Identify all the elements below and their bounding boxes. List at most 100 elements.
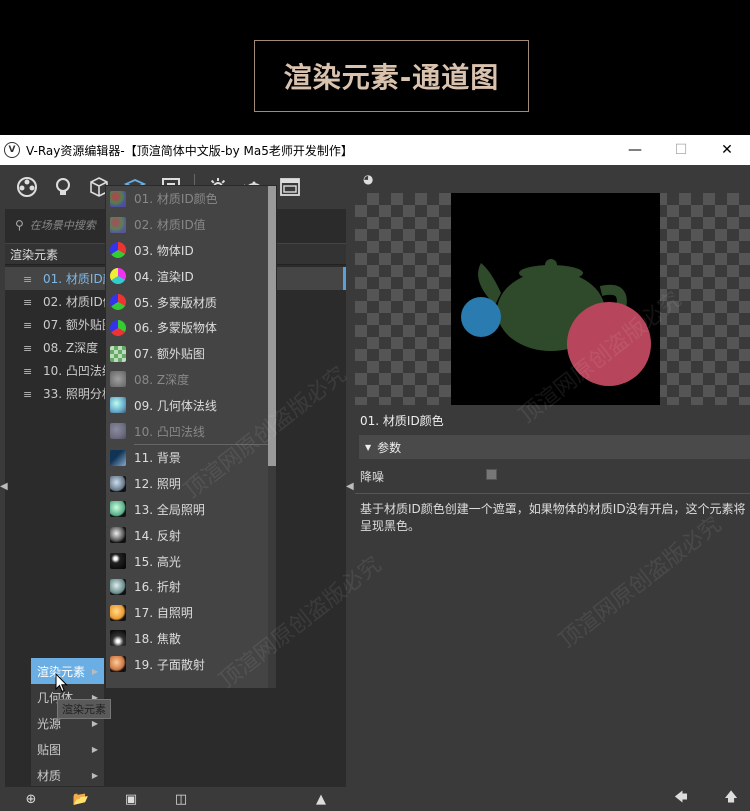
search-icon: ⚲	[15, 218, 24, 232]
swatch-multicolor-icon	[110, 216, 126, 233]
swatch-sphere-icon	[110, 501, 126, 518]
submenu-arrow-icon: ▶	[91, 666, 98, 676]
denoise-label: 降噪	[360, 469, 385, 484]
save-icon[interactable]: ▣	[122, 790, 140, 808]
vray-logo-icon: V	[4, 142, 20, 158]
delete-icon[interactable]: ◫	[172, 790, 190, 808]
params-section-header[interactable]: ▼ 参数	[359, 435, 750, 459]
selection-indicator	[343, 267, 346, 290]
tree-item-label: 08. Z深度	[43, 341, 99, 355]
layers-icon: ≡	[23, 341, 33, 355]
swatch-sphere-icon	[110, 578, 126, 595]
mouse-cursor-icon	[55, 673, 68, 693]
add-asset-icon[interactable]: ⊕	[22, 790, 40, 808]
layers-icon: ≡	[23, 364, 33, 378]
ctx-item-materials[interactable]: 材质 ▶	[31, 762, 104, 788]
preview-render-area	[451, 193, 660, 405]
swatch-normal-icon	[110, 423, 126, 440]
submenu-item[interactable]: 01. 材质ID颜色	[106, 186, 276, 212]
swatch-rgb-icon	[110, 294, 126, 311]
submenu-arrow-icon: ▶	[91, 744, 98, 754]
submenu-scroll-thumb[interactable]	[268, 186, 276, 466]
swatch-sphere-icon	[110, 475, 126, 492]
layers-icon: ≡	[23, 318, 33, 332]
banner: 渲染元素-通道图	[0, 0, 750, 135]
collapse-left-arrow-icon[interactable]: ◀	[0, 481, 8, 492]
submenu-item[interactable]: 08. Z深度	[106, 367, 276, 393]
search-input[interactable]: 在场景中搜索	[30, 217, 96, 233]
swatch-dark-sphere-icon	[110, 553, 126, 570]
params-section-label: 参数	[377, 440, 402, 455]
denoise-checkbox[interactable]	[486, 469, 497, 480]
submenu-item[interactable]: 03. 物体ID	[106, 238, 276, 264]
submenu-item[interactable]: 10. 凸凹法线	[106, 418, 276, 444]
swatch-rgb-icon	[110, 242, 126, 259]
submenu-scrollbar[interactable]	[268, 186, 276, 688]
swatch-normal-icon	[110, 397, 126, 414]
preview-teapot-image	[461, 259, 651, 386]
swatch-sphere-icon	[110, 527, 126, 544]
swatch-orange-sphere-icon	[110, 656, 126, 673]
materials-icon[interactable]	[14, 174, 40, 200]
maximize-button[interactable]: ☐	[658, 135, 704, 165]
swatch-dark-sphere-icon	[110, 630, 126, 647]
tree-item-label: 02. 材质ID值	[43, 295, 115, 309]
submenu-item[interactable]: 14. 反射	[106, 522, 276, 548]
layers-icon: ≡	[23, 295, 33, 309]
minimize-button[interactable]: —	[612, 135, 658, 165]
swatch-rgb-icon	[110, 319, 126, 336]
submenu-item[interactable]: 05. 多蒙版材质	[106, 289, 276, 315]
swatch-gray-icon	[110, 371, 126, 388]
tree-item-label: 33. 照明分析	[43, 387, 114, 401]
tree-item-label: 10. 凸凹法线	[43, 364, 114, 378]
denoise-row: 降噪	[355, 465, 750, 487]
window-controls: — ☐ ✕	[612, 135, 750, 165]
submenu-item[interactable]: 02. 材质ID值	[106, 212, 276, 238]
preview-toolbar: ◕	[355, 165, 750, 193]
banner-title: 渲染元素-通道图	[283, 61, 500, 94]
expand-triangle-icon: ▼	[365, 442, 372, 452]
element-title: 01. 材质ID颜色	[360, 413, 444, 428]
submenu-item[interactable]: 15. 高光	[106, 548, 276, 574]
up-arrow-icon[interactable]: 🡅	[722, 790, 740, 808]
window-title: V-Ray资源编辑器-【顶渲简体中文版-by Ma5老师开发制作】	[26, 143, 353, 158]
window-titlebar: V V-Ray资源编辑器-【顶渲简体中文版-by Ma5老师开发制作】 — ☐ …	[0, 135, 750, 165]
submenu-item[interactable]: 16. 折射	[106, 574, 276, 600]
render-preview	[355, 193, 750, 405]
swatch-checker-icon	[110, 345, 126, 362]
swatch-background-icon	[110, 449, 126, 466]
submenu-item[interactable]: 11. 背景	[106, 445, 276, 471]
submenu-arrow-icon: ▶	[91, 718, 98, 728]
properties-panel: ◕ 01. 材质ID颜色 ▼ 参数 降噪 基于材质ID颜色创建一个遮罩，如果物体…	[355, 165, 750, 787]
submenu-item[interactable]: 06. 多蒙版物体	[106, 315, 276, 341]
submenu-item[interactable]: 18. 焦散	[106, 626, 276, 652]
frame-buffer-icon[interactable]	[277, 174, 303, 200]
submenu-item[interactable]: 19. 子面散射	[106, 651, 276, 677]
submenu-item[interactable]: 09. 几何体法线	[106, 392, 276, 418]
submenu-item[interactable]: 13. 全局照明	[106, 497, 276, 523]
render-elements-submenu: 01. 材质ID颜色 02. 材质ID值 03. 物体ID 04. 渲染ID 0…	[105, 185, 277, 689]
tooltip: 渲染元素	[57, 699, 111, 719]
submenu-item[interactable]: 12. 照明	[106, 471, 276, 497]
submenu-item[interactable]: 04. 渲染ID	[106, 263, 276, 289]
back-arrow-icon[interactable]: 🡄	[672, 790, 690, 808]
banner-frame: 渲染元素-通道图	[254, 40, 529, 112]
purge-broom-icon[interactable]: ▲	[312, 790, 330, 808]
asset-editor: ⚲ 在场景中搜索 渲染元素 ≡ 01. 材质ID颜色 ≡ 02. 材质ID值 ≡…	[0, 165, 750, 811]
element-description: 基于材质ID颜色创建一个遮罩，如果物体的材质ID没有开启，这个元素将呈现黑色。	[360, 502, 746, 533]
lights-icon[interactable]	[50, 174, 76, 200]
open-folder-icon[interactable]: 📂	[72, 790, 90, 808]
preview-toggle-icon[interactable]: ◕	[363, 172, 373, 186]
submenu-item[interactable]: 07. 额外贴图	[106, 341, 276, 367]
ctx-item-textures[interactable]: 贴图 ▶	[31, 736, 104, 762]
tree-item-label: 07. 额外贴图	[43, 318, 114, 332]
layers-icon: ≡	[23, 387, 33, 401]
bottom-toolbar: ⊕ 📂 ▣ ◫ ▲ 🡄 🡅	[0, 787, 750, 811]
swatch-multicolor-icon	[110, 190, 126, 207]
properties-divider	[355, 493, 750, 494]
submenu-arrow-icon: ▶	[91, 770, 98, 780]
submenu-item[interactable]: 17. 自照明	[106, 600, 276, 626]
swatch-orange-sphere-icon	[110, 604, 126, 621]
close-button[interactable]: ✕	[704, 135, 750, 165]
collapse-panel-arrow-icon[interactable]: ◀	[346, 481, 354, 492]
